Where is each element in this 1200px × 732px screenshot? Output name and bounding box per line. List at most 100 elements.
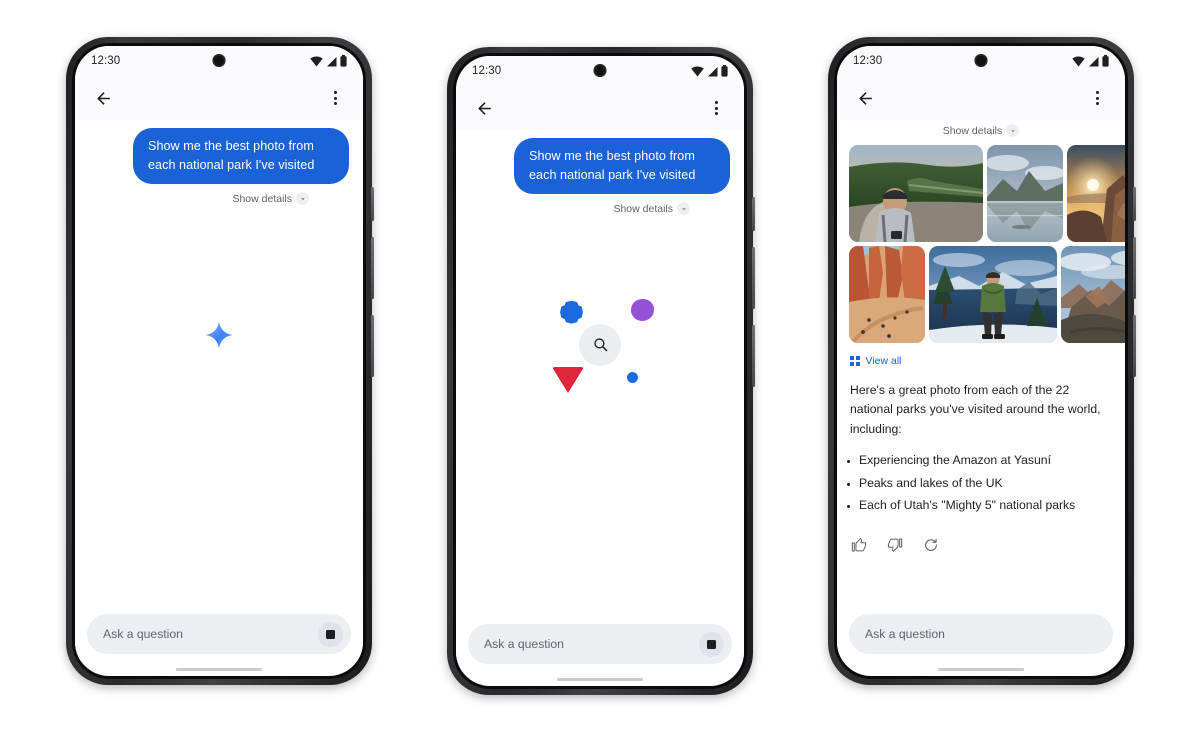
cellular-signal-icon bbox=[327, 56, 337, 66]
refresh-icon bbox=[925, 538, 937, 552]
regenerate-button[interactable] bbox=[923, 537, 939, 553]
photo-zion-canyon-peaks[interactable] bbox=[1061, 246, 1125, 343]
search-animation bbox=[538, 293, 662, 397]
status-bar: 12:30 bbox=[75, 46, 363, 76]
volume-up-button[interactable] bbox=[371, 237, 374, 299]
wifi-icon bbox=[691, 65, 704, 76]
thinking-indicator bbox=[75, 205, 363, 614]
volume-up-button[interactable] bbox=[752, 247, 755, 309]
power-button[interactable] bbox=[1133, 187, 1136, 221]
show-details-label: Show details bbox=[613, 202, 673, 215]
view-all-button[interactable]: View all bbox=[837, 343, 1125, 367]
app-bar bbox=[75, 76, 363, 120]
photo-bryce-canyon-hoodoos[interactable] bbox=[849, 246, 925, 343]
thumbs-up-button[interactable] bbox=[851, 537, 867, 553]
composer[interactable]: Ask a question bbox=[468, 624, 732, 664]
stop-button[interactable] bbox=[699, 631, 724, 657]
power-button[interactable] bbox=[752, 197, 755, 231]
volume-up-button[interactable] bbox=[1133, 237, 1136, 299]
status-time: 12:30 bbox=[472, 65, 502, 77]
status-icons bbox=[691, 65, 728, 77]
phone-thinking: 12:30 Show me the best photo from each n… bbox=[66, 37, 374, 685]
volume-down-button[interactable] bbox=[752, 325, 755, 387]
ask-question-input[interactable]: Ask a question bbox=[865, 627, 1105, 641]
user-message-row: Show me the best photo from each nationa… bbox=[456, 130, 744, 195]
user-message-row: Show me the best photo from each nationa… bbox=[75, 120, 363, 185]
back-arrow-icon bbox=[858, 91, 872, 105]
volume-down-button[interactable] bbox=[1133, 315, 1136, 377]
ask-question-input[interactable]: Ask a question bbox=[484, 637, 699, 651]
volume-down-button[interactable] bbox=[371, 315, 374, 377]
home-indicator bbox=[456, 672, 744, 686]
thumbs-down-button[interactable] bbox=[887, 537, 903, 553]
battery-icon bbox=[340, 55, 347, 67]
photo-image bbox=[929, 246, 1057, 343]
answer-paragraph: Here's a great photo from each of the 22… bbox=[850, 383, 1101, 436]
answer-bullet-list: Experiencing the Amazon at Yasuní Peaks … bbox=[837, 439, 1125, 519]
status-icons bbox=[310, 55, 347, 67]
show-details-label: Show details bbox=[232, 192, 292, 205]
results-panel: View all Here's a great photo from each … bbox=[837, 137, 1125, 614]
status-bar: 12:30 bbox=[837, 46, 1125, 76]
feedback-bar bbox=[837, 519, 1125, 553]
stop-button[interactable] bbox=[318, 621, 343, 647]
searching-indicator bbox=[456, 215, 744, 624]
user-message-bubble: Show me the best photo from each nationa… bbox=[514, 138, 730, 195]
wifi-icon bbox=[310, 55, 323, 66]
status-icons bbox=[1072, 55, 1109, 67]
back-button[interactable] bbox=[89, 84, 117, 112]
composer[interactable]: Ask a question bbox=[849, 614, 1113, 654]
photo-image bbox=[1067, 145, 1125, 242]
front-camera-punch-hole bbox=[974, 54, 988, 67]
search-core bbox=[579, 323, 621, 366]
red-triangle-icon bbox=[552, 366, 584, 393]
more-options-button[interactable] bbox=[702, 94, 730, 122]
more-options-button[interactable] bbox=[1083, 84, 1111, 112]
photo-crater-lake-portrait[interactable] bbox=[929, 246, 1057, 343]
phone-results: 12:30 Show details View all Here's a gre… bbox=[828, 37, 1136, 685]
status-bar: 12:30 bbox=[456, 56, 744, 86]
chevron-down-icon bbox=[1006, 124, 1020, 137]
status-time: 12:30 bbox=[91, 55, 121, 67]
stop-square-icon bbox=[707, 639, 716, 649]
gemini-sparkle-icon bbox=[205, 321, 233, 349]
show-details-toggle[interactable]: Show details bbox=[837, 124, 1125, 137]
more-options-icon bbox=[714, 101, 718, 115]
photo-mountain-lake-reflection[interactable] bbox=[987, 145, 1063, 242]
photo-image bbox=[1061, 246, 1125, 343]
grid-view-icon bbox=[850, 356, 860, 366]
phone-screen: 12:30 Show details View all Here's a gre… bbox=[837, 46, 1125, 676]
blue-dot-icon bbox=[627, 371, 638, 383]
photo-image bbox=[849, 246, 925, 343]
front-camera-punch-hole bbox=[593, 64, 607, 77]
photo-sunrise-over-rocky-ridge[interactable] bbox=[1067, 145, 1125, 242]
stop-square-icon bbox=[326, 629, 335, 639]
chevron-down-icon bbox=[296, 192, 309, 206]
ask-question-input[interactable]: Ask a question bbox=[103, 627, 318, 641]
user-message-bubble: Show me the best photo from each nationa… bbox=[133, 128, 349, 185]
phone-showcase: 12:30 Show me the best photo from each n… bbox=[0, 0, 1200, 732]
cellular-signal-icon bbox=[708, 66, 718, 76]
purple-circle-icon bbox=[631, 298, 654, 321]
thumbs-up-icon bbox=[851, 538, 867, 552]
battery-icon bbox=[1102, 55, 1109, 67]
battery-icon bbox=[721, 65, 728, 77]
power-button[interactable] bbox=[371, 187, 374, 221]
show-details-toggle[interactable]: Show details bbox=[456, 202, 744, 216]
back-button[interactable] bbox=[470, 94, 498, 122]
thumbs-down-icon bbox=[887, 538, 903, 553]
list-item: Peaks and lakes of the UK bbox=[859, 474, 1111, 494]
more-options-button[interactable] bbox=[321, 84, 349, 112]
phone-screen: 12:30 Show me the best photo from each n… bbox=[75, 46, 363, 676]
photo-image bbox=[849, 145, 983, 242]
blue-scalloped-square-icon bbox=[560, 300, 583, 324]
back-button[interactable] bbox=[851, 84, 879, 112]
show-details-toggle[interactable]: Show details bbox=[75, 192, 363, 206]
conversation-body: Show me the best photo from each nationa… bbox=[75, 120, 363, 614]
photo-selfie-on-forest-overlook[interactable] bbox=[849, 145, 983, 242]
photo-image bbox=[987, 145, 1063, 242]
composer-area: Ask a question bbox=[837, 614, 1125, 662]
photo-row-2 bbox=[849, 246, 1125, 343]
composer[interactable]: Ask a question bbox=[87, 614, 351, 654]
photo-carousel[interactable] bbox=[837, 137, 1125, 343]
